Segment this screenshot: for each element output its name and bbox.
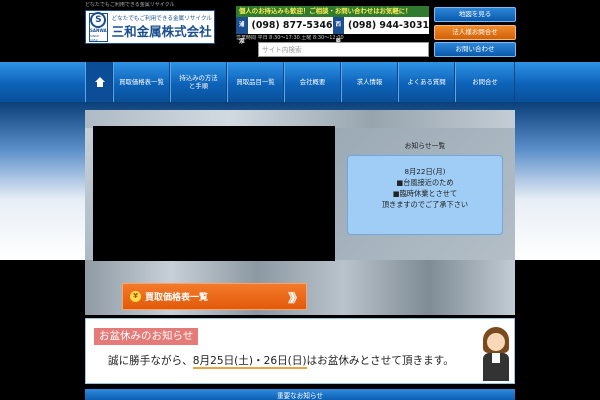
staff-illustration bbox=[481, 327, 513, 381]
phone-notice: 個人のお持込みも歓迎！ご相談・お問い合わせはお気軽に！ bbox=[236, 6, 429, 17]
phone-row: 浦添 (098) 877-5346 西原 (098) 944-3031 bbox=[236, 17, 429, 45]
search-input[interactable] bbox=[258, 42, 429, 57]
obon-notice-box: お盆休みのお知らせ 誠に勝手ながら、8月25日(土)・26日(日)はお盆休みとさ… bbox=[85, 318, 515, 384]
obon-notice-title: お盆休みのお知らせ bbox=[94, 328, 199, 345]
obon-text-after: はお盆休みとさせて頂きます。 bbox=[306, 355, 454, 367]
phone-area-label: 西原 bbox=[332, 17, 345, 45]
nav-item-how-to-bring[interactable]: 持込みの方法 と手順 bbox=[170, 62, 227, 102]
business-hours: 営業時間 平日 8:30～17:30 土曜 8:30～12:00 bbox=[236, 35, 344, 41]
notice-heading: お知らせ一覧 bbox=[404, 142, 446, 150]
obon-dates: 8月25日(土)・26日(日) bbox=[192, 355, 307, 369]
nav-item-faq[interactable]: よくある質問 bbox=[398, 62, 455, 102]
global-nav: 買取価格表一覧 持込みの方法 と手順 買取品目一覧 会社概要 求人情報 よくある… bbox=[0, 62, 600, 102]
nav-home[interactable] bbox=[85, 62, 113, 102]
nav-item-items[interactable]: 買取品目一覧 bbox=[227, 62, 284, 102]
map-button[interactable]: 地図を見る bbox=[434, 7, 516, 22]
contact-button[interactable]: お問い合わせ bbox=[434, 42, 516, 57]
notice-line: ■台風接近のため bbox=[396, 178, 454, 187]
logo-mark-icon: S SANWA SINCE 1952 bbox=[89, 12, 108, 42]
corporate-inquiry-button[interactable]: 法人様お問合せ bbox=[434, 25, 516, 40]
nav-item-recruit[interactable]: 求人情報 bbox=[341, 62, 398, 102]
phone-contact-box: 個人のお持込みも歓迎！ご相談・お問い合わせはお気軽に！ 浦添 (098) 877… bbox=[236, 6, 429, 45]
company-name: 三和金属株式会社 bbox=[111, 23, 212, 39]
notice-line: 8月22日(月) bbox=[404, 167, 446, 176]
important-notice-label: 重要なお知らせ bbox=[276, 391, 324, 400]
notice-line: ■臨時休業とさせて bbox=[392, 189, 458, 198]
logo-mark-letter: S bbox=[90, 12, 107, 28]
nav-item-contact[interactable]: お問合せ bbox=[455, 62, 515, 102]
nav-item-price-list[interactable]: 買取価格表一覧 bbox=[113, 62, 170, 102]
logo-mark-since: SINCE 1952 bbox=[90, 34, 100, 42]
obon-text-before: 誠に勝手ながら、 bbox=[108, 355, 193, 367]
home-icon bbox=[94, 76, 105, 87]
notice-panel: 8月22日(月) ■台風接近のため ■臨時休業とさせて 頂きますのでご了承下さい bbox=[347, 155, 503, 235]
phone-urasoe[interactable]: 浦添 (098) 877-5346 bbox=[236, 17, 333, 45]
phone-number: (098) 877-5346 bbox=[251, 20, 333, 31]
price-list-label: 買取価格表一覧 bbox=[145, 293, 209, 303]
phone-number: (098) 944-3031 bbox=[348, 20, 429, 31]
video-player[interactable] bbox=[93, 126, 335, 261]
notice-line: 頂きますのでご了承下さい bbox=[381, 200, 469, 209]
yen-icon: ¥ bbox=[130, 291, 141, 302]
obon-notice-text: 誠に勝手ながら、8月25日(土)・26日(日)はお盆休みとさせて頂きます。 bbox=[108, 354, 454, 369]
company-logo[interactable]: S SANWA SINCE 1952 どなたでもご利用できる金属リサイクル 三和… bbox=[85, 10, 215, 44]
double-chevron-right-icon: 》》 bbox=[287, 291, 303, 305]
logo-text: どなたでもご利用できる金属リサイクル 三和金属株式会社 bbox=[112, 15, 212, 40]
header-tagline: どなたでもご利用できる金属リサイクル bbox=[85, 2, 175, 8]
phone-nishihara[interactable]: 西原 (098) 944-3031 bbox=[332, 17, 429, 45]
price-list-banner[interactable]: ¥ 買取価格表一覧 》》 bbox=[122, 283, 307, 310]
important-notice-bar[interactable]: 重要なお知らせ bbox=[85, 389, 515, 400]
nav-item-company[interactable]: 会社概要 bbox=[284, 62, 341, 102]
logo-catchphrase: どなたでもご利用できる金属リサイクル bbox=[111, 15, 212, 22]
phone-area-label: 浦添 bbox=[236, 17, 248, 45]
